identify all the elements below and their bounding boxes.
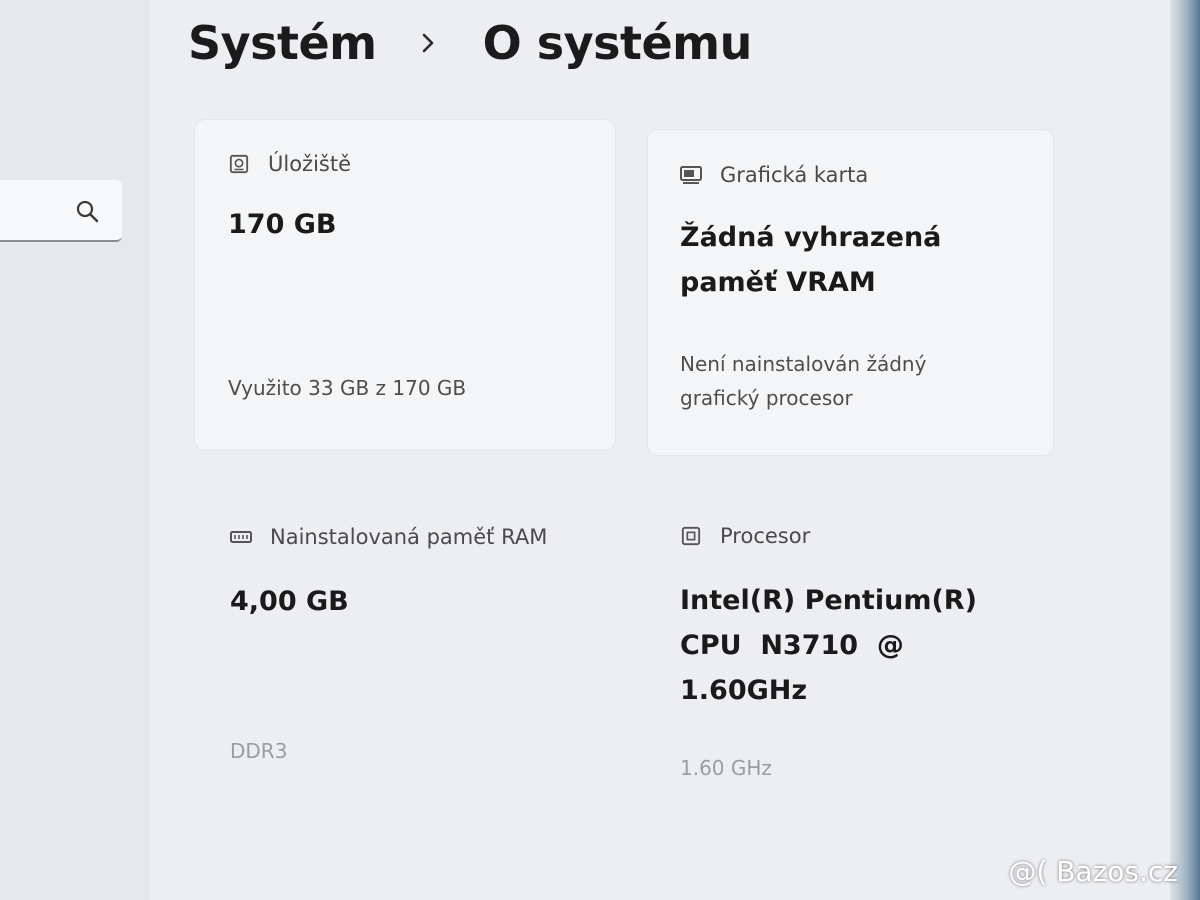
ram-tile: Nainstalovaná paměť RAM 4,00 GB DDR3 [230, 525, 630, 768]
breadcrumb-parent[interactable]: Systém [188, 16, 377, 70]
chevron-right-icon [422, 33, 433, 53]
processor-detail: 1.60 GHz [680, 756, 772, 780]
processor-label: Procesor [720, 524, 811, 548]
graphics-card-icon [680, 166, 702, 184]
search-icon[interactable] [74, 198, 100, 224]
processor-value-line3: 1.60GHz [680, 675, 808, 706]
processor-tile: Procesor Intel(R) Pentium(R) CPU N3710 @… [680, 524, 1050, 785]
ram-detail: DDR3 [230, 739, 288, 763]
processor-icon [681, 526, 701, 546]
processor-value-line2: CPU N3710 @ [680, 630, 904, 661]
window-edge [1170, 0, 1200, 900]
storage-label: Úložiště [268, 152, 352, 176]
navigation-pane [0, 0, 150, 900]
graphics-detail-line1: Není nainstalován žádný [680, 352, 927, 376]
storage-icon [229, 154, 249, 174]
graphics-tile: Grafická karta Žádná vyhrazená paměť VRA… [680, 163, 1040, 415]
storage-usage: Využito 33 GB z 170 GB [228, 376, 467, 400]
graphics-value-line2: paměť VRAM [680, 267, 876, 298]
graphics-value-line1: Žádná vyhrazená [680, 222, 942, 253]
storage-tile: Úložiště 170 GB Využito 33 GB z 170 GB [228, 152, 608, 405]
search-input[interactable] [0, 180, 122, 242]
graphics-detail-line2: grafický procesor [680, 386, 853, 410]
processor-value-line1: Intel(R) Pentium(R) [680, 585, 977, 616]
breadcrumb: Systém O systému [188, 8, 752, 78]
watermark: @( Bazos.cz [1008, 855, 1178, 888]
graphics-label: Grafická karta [720, 163, 869, 187]
ram-label: Nainstalovaná paměť RAM [270, 525, 548, 549]
storage-value: 170 GB [228, 209, 337, 240]
page-title: O systému [482, 16, 753, 70]
ram-value: 4,00 GB [230, 586, 349, 617]
memory-icon [230, 531, 252, 543]
